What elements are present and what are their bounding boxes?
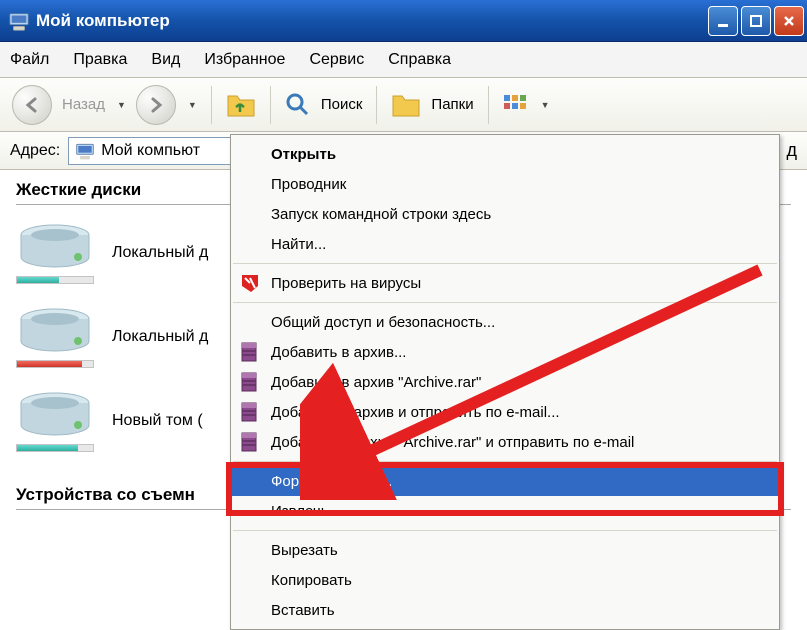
context-menu-item[interactable]: Открыть: [231, 139, 779, 169]
forward-dropdown-icon[interactable]: ▼: [188, 100, 197, 110]
menu-edit[interactable]: Правка: [73, 51, 127, 69]
menu-help[interactable]: Справка: [388, 51, 451, 69]
context-menu-item[interactable]: Проверить на вирусы: [231, 268, 779, 298]
context-menu-item[interactable]: Запуск командной строки здесь: [231, 199, 779, 229]
menubar: Файл Правка Вид Избранное Сервис Справка: [0, 42, 807, 78]
rar-icon: [239, 371, 261, 393]
close-button[interactable]: [774, 6, 804, 36]
menu-item-label: Добавить в архив "Archive.rar": [271, 374, 481, 391]
menu-separator: [233, 302, 777, 303]
toolbar: Назад ▼ ▼ Поиск Папки ▼: [0, 78, 807, 132]
views-dropdown-icon[interactable]: ▼: [541, 100, 550, 110]
context-menu-item[interactable]: Вырезать: [231, 535, 779, 565]
address-label: Адрес:: [10, 142, 60, 160]
context-menu-item[interactable]: Форматировать...: [231, 466, 779, 496]
address-value: Мой компьют: [101, 142, 200, 160]
menu-item-label: Форматировать...: [271, 473, 392, 490]
menu-item-label: Открыть: [271, 146, 336, 163]
context-menu-item[interactable]: Добавить в архив...: [231, 337, 779, 367]
menu-item-label: Добавить в архив...: [271, 344, 406, 361]
window-controls: [708, 6, 804, 36]
context-menu-item[interactable]: Копировать: [231, 565, 779, 595]
drive-label: Локальный д: [112, 244, 208, 262]
minimize-button[interactable]: [708, 6, 738, 36]
menu-item-label: Запуск командной строки здесь: [271, 206, 491, 223]
menu-item-label: Найти...: [271, 236, 326, 253]
context-menu-item[interactable]: Вставить: [231, 595, 779, 625]
search-label[interactable]: Поиск: [321, 96, 363, 113]
up-folder-icon[interactable]: [226, 92, 256, 118]
window-title: Мой компьютер: [36, 11, 708, 31]
context-menu-item[interactable]: Добавить в архив "Archive.rar" и отправи…: [231, 427, 779, 457]
rar-icon: [239, 341, 261, 363]
context-menu-item[interactable]: Добавить в архив и отправить по e-mail..…: [231, 397, 779, 427]
clipped-text: д: [786, 140, 797, 161]
context-menu-item[interactable]: Извлечь: [231, 496, 779, 526]
back-dropdown-icon[interactable]: ▼: [117, 100, 126, 110]
folders-icon[interactable]: [391, 92, 421, 118]
drive-label: Новый том (: [112, 412, 203, 430]
menu-file[interactable]: Файл: [10, 51, 49, 69]
menu-item-label: Вставить: [271, 602, 335, 619]
menu-item-label: Добавить в архив "Archive.rar" и отправи…: [271, 434, 634, 451]
menu-item-label: Вырезать: [271, 542, 338, 559]
forward-button[interactable]: [136, 85, 176, 125]
menu-separator: [233, 263, 777, 264]
back-button[interactable]: [12, 85, 52, 125]
drive-icon: [16, 307, 94, 355]
context-menu-item[interactable]: Найти...: [231, 229, 779, 259]
computer-icon: [8, 10, 30, 32]
arrow-right-icon: [146, 95, 166, 115]
maximize-button[interactable]: [741, 6, 771, 36]
menu-view[interactable]: Вид: [151, 51, 180, 69]
toolbar-separator: [270, 86, 271, 124]
drive-label: Локальный д: [112, 328, 208, 346]
titlebar: Мой компьютер: [0, 0, 807, 42]
menu-favorites[interactable]: Избранное: [204, 51, 285, 69]
menu-item-label: Общий доступ и безопасность...: [271, 314, 495, 331]
views-icon[interactable]: [503, 94, 529, 116]
context-menu: Открыть Проводник Запуск командной строки …: [230, 134, 780, 630]
explorer-window: Мой компьютер Файл Правка Вид Избранное …: [0, 0, 807, 625]
context-menu-item[interactable]: Добавить в архив "Archive.rar": [231, 367, 779, 397]
drive-icon: [16, 391, 94, 439]
back-label: Назад: [62, 96, 105, 113]
menu-item-label: Добавить в архив и отправить по e-mail..…: [271, 404, 560, 421]
folders-label[interactable]: Папки: [431, 96, 473, 113]
menu-item-label: Копировать: [271, 572, 352, 589]
usage-bar: [16, 360, 94, 368]
computer-small-icon: [75, 141, 95, 161]
toolbar-separator: [376, 86, 377, 124]
toolbar-separator: [488, 86, 489, 124]
menu-item-label: Проводник: [271, 176, 346, 193]
menu-tools[interactable]: Сервис: [309, 51, 364, 69]
antivirus-icon: [239, 272, 261, 294]
menu-item-label: Проверить на вирусы: [271, 275, 421, 292]
rar-icon: [239, 401, 261, 423]
menu-separator: [233, 461, 777, 462]
usage-bar: [16, 276, 94, 284]
usage-bar: [16, 444, 94, 452]
toolbar-separator: [211, 86, 212, 124]
rar-icon: [239, 431, 261, 453]
context-menu-item[interactable]: Общий доступ и безопасность...: [231, 307, 779, 337]
arrow-left-icon: [22, 95, 42, 115]
drive-icon: [16, 223, 94, 271]
menu-separator: [233, 530, 777, 531]
context-menu-item[interactable]: Проводник: [231, 169, 779, 199]
search-icon[interactable]: [285, 92, 311, 118]
menu-item-label: Извлечь: [271, 503, 329, 520]
